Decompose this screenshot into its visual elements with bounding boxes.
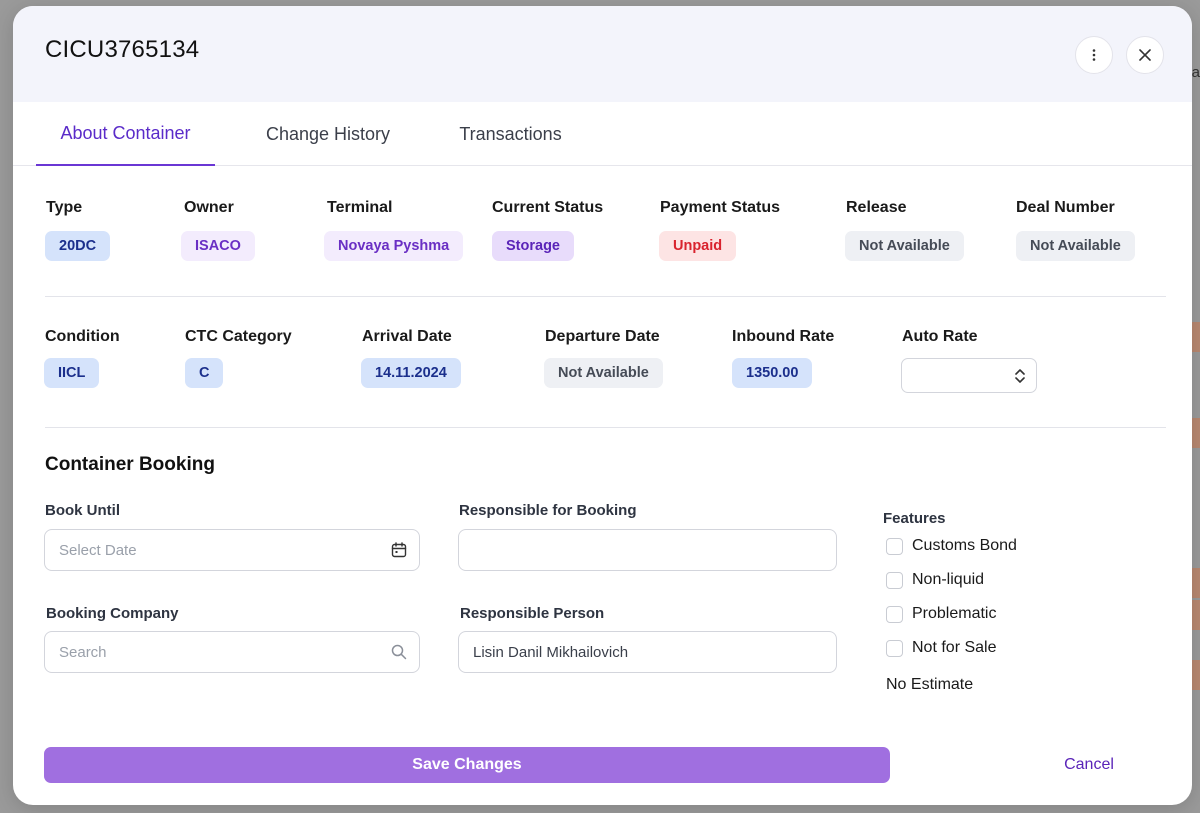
responsible-booking-label: Responsible for Booking [459,502,637,519]
deal-number-label: Deal Number [1016,199,1115,216]
payment-status-label: Payment Status [660,199,781,216]
responsible-booking-input[interactable] [458,529,837,571]
book-until-input[interactable] [44,529,420,571]
departure-date-badge: Not Available [544,358,663,388]
section-divider [45,296,1166,297]
terminal-badge: Novaya Pyshma [324,231,464,261]
owner-badge: ISACO [181,231,255,261]
current-status-badge: Storage [492,231,574,261]
chevron-up-down-icon [1015,369,1025,383]
container-modal: CICU3765134 About Container Change Histo… [13,6,1192,805]
background-text: a [1191,64,1200,81]
container-booking-title: Container Booking [45,454,215,475]
book-until-label: Book Until [45,502,120,519]
feature-customs-bond[interactable]: Customs Bond [886,537,1017,555]
tab-bar: About Container Change History Transacti… [13,102,1192,166]
deal-number-badge: Not Available [1016,231,1135,261]
condition-badge: IICL [44,358,100,388]
more-vertical-icon [1092,49,1096,61]
inbound-rate-label: Inbound Rate [732,328,835,345]
features-label: Features [883,510,946,527]
calendar-icon [391,542,407,558]
feature-label: Customs Bond [912,537,1017,554]
auto-rate-label: Auto Rate [902,328,978,345]
search-icon [391,644,407,660]
feature-label: Non-liquid [912,571,985,588]
auto-rate-select[interactable] [901,358,1037,393]
section-divider [45,427,1166,428]
responsible-person-label: Responsible Person [460,605,605,622]
feature-label: Problematic [912,605,997,622]
feature-problematic[interactable]: Problematic [886,605,996,623]
modal-header: CICU3765134 [13,6,1192,102]
ctc-category-label: CTC Category [185,328,292,345]
current-status-label: Current Status [492,199,604,216]
close-button[interactable] [1126,36,1164,74]
close-icon [1139,49,1151,61]
type-badge: 20DC [45,231,111,261]
tab-transactions[interactable]: Transactions [443,102,578,166]
tab-about-container[interactable]: About Container [36,102,215,166]
no-estimate-text: No Estimate [886,676,974,693]
ctc-category-badge: C [185,358,224,388]
checkbox[interactable] [886,639,903,657]
owner-label: Owner [184,199,234,216]
arrival-date-label: Arrival Date [362,328,452,345]
checkbox[interactable] [886,537,903,555]
feature-non-liquid[interactable]: Non-liquid [886,571,984,589]
cancel-button[interactable]: Cancel [1053,749,1125,781]
release-label: Release [846,199,907,216]
more-options-button[interactable] [1075,36,1113,74]
inbound-rate-badge: 1350.00 [732,358,813,388]
booking-company-label: Booking Company [46,605,179,622]
checkbox[interactable] [886,605,903,623]
feature-not-for-sale[interactable]: Not for Sale [886,639,996,657]
type-label: Type [46,199,83,216]
condition-label: Condition [45,328,120,345]
modal-title: CICU3765134 [45,36,200,63]
responsible-person-input[interactable] [458,631,837,673]
save-changes-button[interactable]: Save Changes [44,747,890,783]
arrival-date-badge: 14.11.2024 [361,358,461,388]
departure-date-label: Departure Date [545,328,660,345]
tab-change-history[interactable]: Change History [243,102,413,166]
payment-status-badge: Unpaid [659,231,737,261]
terminal-label: Terminal [327,199,393,216]
feature-label: Not for Sale [912,639,997,656]
release-badge: Not Available [845,231,964,261]
checkbox[interactable] [886,571,903,589]
booking-company-search-input[interactable] [44,631,420,673]
